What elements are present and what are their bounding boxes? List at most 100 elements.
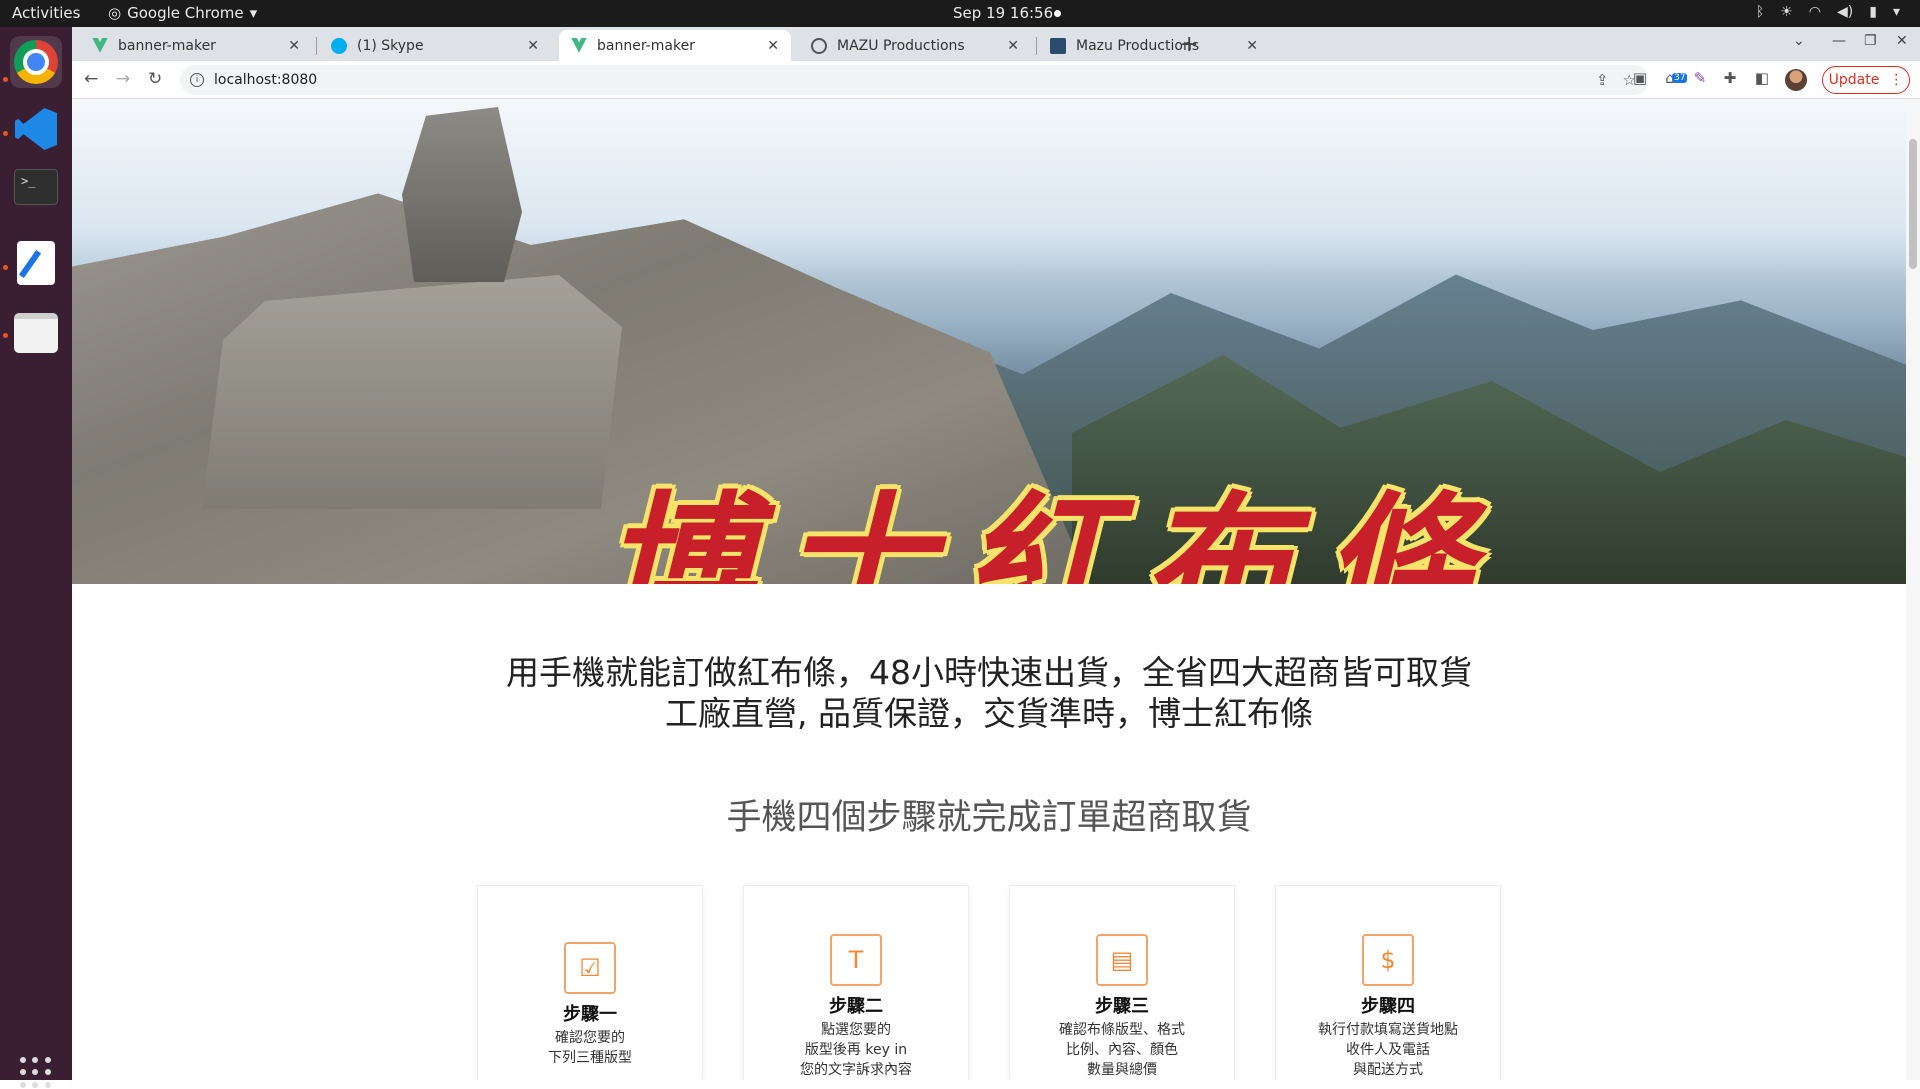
dock-terminal[interactable]: >_ bbox=[10, 161, 62, 213]
step-title: 步驟三 bbox=[1095, 996, 1149, 1017]
volume-icon: ◀) bbox=[1837, 4, 1854, 20]
step-card-3[interactable]: ▤ 步驟三 確認布條版型、格式 比例、內容、顏色 數量與總價 bbox=[1009, 885, 1235, 1080]
hero-banner: 博士紅布條 bbox=[72, 99, 1906, 584]
step-description: 執行付款填寫送貨地點 收件人及電話 與配送方式 bbox=[1318, 1022, 1458, 1078]
close-icon[interactable]: ✕ bbox=[288, 38, 300, 54]
dock-files[interactable] bbox=[10, 307, 62, 359]
step-card-1[interactable]: ☑ 步驟一 確認您要的 下列三種版型 bbox=[477, 885, 703, 1080]
brightness-icon: ☀ bbox=[1780, 4, 1793, 20]
tab-title: MAZU Productions bbox=[837, 37, 965, 54]
forward-icon[interactable]: → bbox=[116, 69, 130, 89]
close-window-button[interactable]: ✕ bbox=[1896, 33, 1908, 49]
notification-dot bbox=[1054, 10, 1061, 17]
show-apps-icon[interactable] bbox=[20, 1057, 52, 1089]
tab-strip: banner-maker ✕ (1) Skype ✕ banner-maker … bbox=[72, 27, 1920, 61]
running-indicator bbox=[3, 77, 8, 82]
restore-button[interactable]: ❐ bbox=[1864, 33, 1877, 49]
app-menu-label: Google Chrome bbox=[127, 4, 244, 22]
document-check-icon: ☑ bbox=[564, 942, 616, 994]
scrollbar-thumb[interactable] bbox=[1909, 139, 1917, 269]
update-button[interactable]: Update ⋮ bbox=[1822, 66, 1910, 94]
chrome-window: banner-maker ✕ (1) Skype ✕ banner-maker … bbox=[72, 27, 1920, 1080]
step-title: 步驟一 bbox=[563, 1004, 617, 1025]
tagline-line-2: 工廠直營, 品質保證，交貨準時，博士紅布條 bbox=[665, 694, 1313, 733]
tab-banner-maker-active[interactable]: banner-maker ✕ bbox=[559, 30, 791, 61]
tab-title: banner-maker bbox=[118, 37, 216, 54]
step-title: 步驟二 bbox=[829, 996, 883, 1017]
tab-title: (1) Skype bbox=[357, 37, 424, 54]
text-editor-icon bbox=[17, 241, 55, 285]
screenshot-extension-icon[interactable]: ▣ bbox=[1630, 69, 1650, 89]
dock-text-editor[interactable] bbox=[10, 237, 62, 289]
tab-title: Mazu Productions bbox=[1076, 37, 1200, 54]
vue-icon bbox=[571, 37, 587, 53]
skype-icon bbox=[331, 37, 347, 54]
chrome-icon bbox=[14, 40, 58, 84]
tagline: 用手機就能訂做紅布條，48小時快速出貨，全省四大超商皆可取貨 工廠直營, 品質保… bbox=[72, 652, 1906, 734]
wifi-icon: ◠ bbox=[1808, 4, 1822, 20]
activities-button[interactable]: Activities bbox=[12, 4, 80, 22]
page-scrollbar[interactable] bbox=[1906, 99, 1920, 1080]
profile-avatar[interactable] bbox=[1785, 69, 1807, 91]
tab-mazu-productions[interactable]: MAZU Productions ✕ bbox=[799, 30, 1031, 61]
close-icon[interactable]: ✕ bbox=[1007, 38, 1019, 54]
step-description: 確認布條版型、格式 比例、內容、顏色 數量與總價 bbox=[1059, 1022, 1185, 1078]
running-indicator bbox=[3, 333, 8, 338]
step-card-4[interactable]: $ 步驟四 執行付款填寫送貨地點 收件人及電話 與配送方式 bbox=[1275, 885, 1501, 1080]
tab-banner-maker-1[interactable]: banner-maker ✕ bbox=[80, 30, 312, 61]
step-title: 步驟四 bbox=[1361, 996, 1415, 1017]
tab-title: banner-maker bbox=[597, 37, 695, 54]
text-edit-icon: T bbox=[830, 934, 882, 986]
tagline-line-1: 用手機就能訂做紅布條，48小時快速出貨，全省四大超商皆可取貨 bbox=[506, 653, 1472, 692]
close-icon[interactable]: ✕ bbox=[767, 38, 779, 54]
close-icon[interactable]: ✕ bbox=[1246, 38, 1258, 54]
hero-title: 博士紅布條 bbox=[601, 477, 1502, 584]
update-label: Update bbox=[1828, 72, 1880, 88]
page-viewport[interactable]: 博士紅布條 用手機就能訂做紅布條，48小時快速出貨，全省四大超商皆可取貨 工廠直… bbox=[72, 99, 1920, 1080]
steps-heading: 手機四個步驟就完成訂單超商取貨 bbox=[726, 798, 1252, 838]
more-menu-icon: ⋮ bbox=[1889, 72, 1904, 88]
globe-icon bbox=[811, 37, 827, 54]
mazu-icon bbox=[1050, 37, 1066, 54]
side-panel-icon[interactable]: ◧ bbox=[1752, 69, 1772, 89]
browser-toolbar: ← → ↻ i localhost:8080 ⇪ ☆ ▣ ⌂ 37 ✎ ✚ ◧ … bbox=[72, 61, 1920, 99]
step-card-2[interactable]: T 步驟二 點選您要的 版型後再 key in 您的文字訴求內容 bbox=[743, 885, 969, 1080]
step-description: 點選您要的 版型後再 key in 您的文字訴求內容 bbox=[800, 1022, 912, 1078]
home-dollar-icon: $ bbox=[1362, 934, 1414, 986]
layout-check-icon: ▤ bbox=[1096, 934, 1148, 986]
power-menu-icon: ▾ bbox=[1892, 4, 1900, 20]
vscode-icon bbox=[15, 108, 57, 150]
reload-icon[interactable]: ↻ bbox=[148, 69, 162, 89]
chevron-down-icon: ▾ bbox=[249, 4, 258, 22]
dock: >_ bbox=[0, 27, 72, 1088]
vue-icon bbox=[92, 37, 108, 53]
bluetooth-icon: ᛒ bbox=[1755, 4, 1765, 20]
extensions-puzzle-icon[interactable]: ✚ bbox=[1720, 69, 1740, 89]
share-icon[interactable]: ⇪ bbox=[1596, 71, 1609, 89]
tab-search-icon[interactable]: ⌄ bbox=[1793, 33, 1805, 49]
back-icon[interactable]: ← bbox=[84, 69, 98, 89]
running-indicator bbox=[3, 265, 8, 270]
extension-badge: 37 bbox=[1672, 73, 1688, 83]
url-text[interactable]: localhost:8080 bbox=[214, 72, 317, 88]
address-bar[interactable]: i localhost:8080 ⇪ ☆ bbox=[180, 65, 1648, 95]
files-icon bbox=[14, 313, 58, 353]
app-menu[interactable]: ◎ Google Chrome ▾ bbox=[108, 4, 257, 22]
clock[interactable]: Sep 19 16:56 bbox=[953, 4, 1053, 22]
step-description: 確認您要的 下列三種版型 bbox=[548, 1030, 632, 1066]
terminal-icon: >_ bbox=[14, 169, 58, 205]
site-info-icon[interactable]: i bbox=[190, 73, 204, 87]
chrome-small-icon: ◎ bbox=[108, 4, 122, 22]
tab-mazu-productions-2[interactable]: Mazu Productions ✕ bbox=[1038, 30, 1270, 61]
system-top-bar: Activities ◎ Google Chrome ▾ Sep 19 16:5… bbox=[0, 0, 1920, 27]
dock-vscode[interactable] bbox=[10, 103, 62, 155]
pen-extension-icon[interactable]: ✎ bbox=[1690, 69, 1710, 89]
tab-skype[interactable]: (1) Skype ✕ bbox=[319, 30, 551, 61]
running-indicator bbox=[3, 131, 8, 136]
battery-icon: ▮ bbox=[1869, 4, 1877, 20]
close-icon[interactable]: ✕ bbox=[527, 38, 539, 54]
dock-chrome[interactable] bbox=[10, 36, 62, 88]
minimize-button[interactable]: — bbox=[1832, 33, 1846, 49]
system-tray[interactable]: ᛒ ☀ ◠ ◀) ▮ ▾ bbox=[1756, 4, 1900, 20]
new-tab-button[interactable]: + bbox=[1180, 32, 1198, 57]
